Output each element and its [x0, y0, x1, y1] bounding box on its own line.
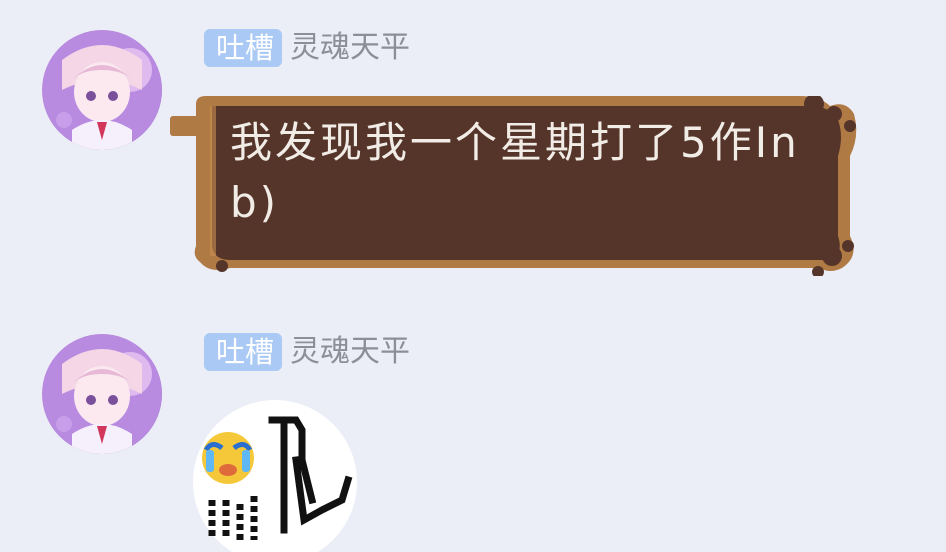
- avatar[interactable]: [42, 334, 162, 454]
- message-header: 吐槽 灵魂天平: [204, 332, 410, 372]
- message-2: 吐槽 灵魂天平: [0, 0, 946, 552]
- chat-view: 吐槽 灵魂天平 我发现我一个星期打了5作Inb) 吐槽 灵魂天平: [0, 0, 946, 552]
- title-badge: 吐槽: [204, 333, 283, 371]
- sender-name[interactable]: 灵魂天平: [290, 333, 410, 371]
- crying-emoji-sticker[interactable]: [192, 400, 358, 552]
